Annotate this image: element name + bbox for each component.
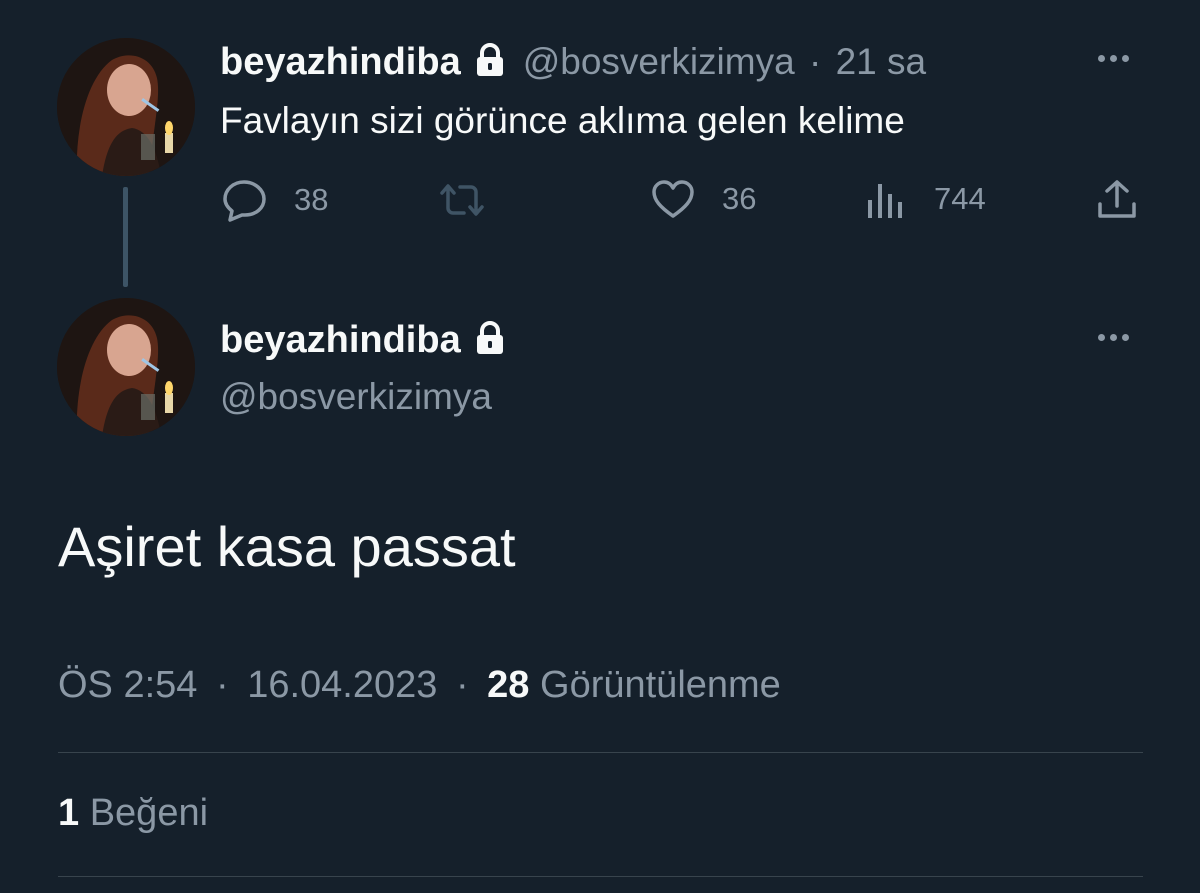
separator: · [808, 41, 822, 82]
reply-tweet-header: beyazhindiba @bosverkizimya · 21 sa [220, 38, 926, 86]
divider [58, 752, 1143, 753]
views-label: Görüntülenme [540, 664, 781, 706]
likes-label: Beğeni [89, 792, 209, 834]
analytics-icon [868, 184, 902, 218]
timestamp[interactable]: 21 sa [836, 41, 927, 82]
display-name[interactable]: beyazhindiba [220, 319, 461, 362]
divider [58, 876, 1143, 877]
avatar-image [57, 38, 195, 176]
likes-count: 1 [58, 792, 80, 834]
avatar[interactable] [57, 298, 195, 436]
display-name[interactable]: beyazhindiba [220, 41, 461, 84]
likes-summary[interactable]: 1 Beğeni [58, 792, 208, 835]
more-icon[interactable] [1098, 55, 1129, 62]
tweet-date[interactable]: 16.04.2023 [247, 664, 437, 706]
handle[interactable]: @bosverkizimya [523, 41, 795, 82]
views-button[interactable]: 744 [866, 178, 986, 220]
lock-icon [475, 320, 505, 360]
avatar-image [57, 298, 195, 436]
thread-line [123, 187, 128, 287]
like-button[interactable]: 36 [650, 178, 756, 220]
share-icon [1098, 180, 1136, 218]
reply-icon [223, 180, 266, 222]
share-button[interactable] [1096, 178, 1138, 222]
handle[interactable]: @bosverkizimya [220, 376, 492, 418]
heart-icon [652, 180, 694, 218]
like-count: 36 [722, 181, 757, 216]
reply-count: 38 [294, 182, 329, 217]
separator: · [215, 664, 229, 706]
tweet-time[interactable]: ÖS 2:54 [58, 664, 197, 706]
retweet-icon [440, 184, 484, 216]
main-tweet-header: beyazhindiba [220, 316, 505, 364]
more-icon[interactable] [1098, 334, 1129, 341]
tweet-meta: ÖS 2:54 · 16.04.2023 · 28 Görüntülenme [58, 664, 781, 707]
main-tweet-text: Aşiret kasa passat [58, 515, 516, 578]
views-count: 28 [487, 664, 530, 706]
retweet-button[interactable] [438, 178, 486, 222]
avatar[interactable] [57, 38, 195, 176]
lock-icon [475, 42, 505, 82]
separator: · [455, 664, 469, 706]
views-count: 744 [934, 181, 986, 216]
reply-button[interactable]: 38 [222, 178, 328, 222]
reply-tweet-text: Favlayın sizi görünce aklıma gelen kelim… [220, 100, 905, 141]
